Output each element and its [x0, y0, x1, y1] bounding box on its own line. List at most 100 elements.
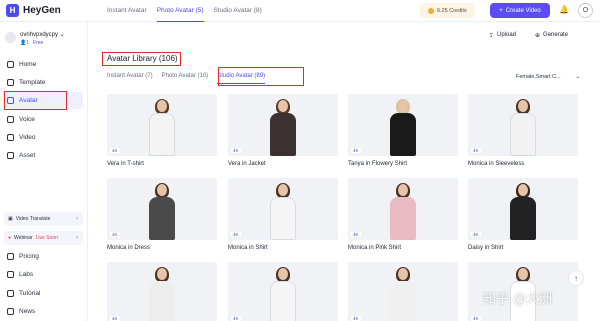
avatar-thumbnail[interactable]: 4K — [228, 262, 338, 321]
filter-dropdown[interactable]: Female,Smart C... ⌄ — [516, 70, 580, 83]
logo[interactable]: H HeyGen — [6, 4, 61, 17]
avatar-outfit — [510, 113, 536, 156]
avatar-card[interactable]: 4K Vera in T-shirt — [107, 94, 217, 167]
sidebar: ovnhvpxdycpy ⌄ 👤1 Free Home Template Ava… — [0, 22, 88, 321]
avatar-card[interactable]: 4K Daisy in Shirt — [468, 178, 578, 251]
avatar-thumbnail[interactable]: 4K — [348, 178, 458, 240]
top-bar: H HeyGen Instant Avatar Photo Avatar (5)… — [0, 0, 600, 22]
quality-badge: 4K — [231, 232, 241, 237]
avatar-thumbnail[interactable]: 4K — [228, 178, 338, 240]
quality-badge: 4K — [110, 232, 120, 237]
avatar-outfit — [149, 197, 175, 240]
avatar-thumbnail[interactable]: 4K — [348, 262, 458, 321]
avatar-figure — [508, 99, 538, 156]
sidebar-item-label: Tutorial — [19, 290, 41, 297]
members-count: 👤1 — [20, 40, 30, 46]
avatar-card[interactable]: 4K — [228, 262, 338, 321]
plus-icon: + — [499, 7, 503, 14]
video-icon — [7, 134, 14, 141]
avatar-head — [157, 100, 167, 112]
app-name: HeyGen — [23, 5, 61, 16]
sidebar-item-pricing[interactable]: Pricing — [3, 248, 83, 265]
sidebar-item-labs[interactable]: Labs — [3, 266, 83, 283]
avatar-head — [518, 184, 528, 196]
quality-badge: 4K — [351, 232, 361, 237]
avatar-card[interactable]: 4K Monica in Dress — [107, 178, 217, 251]
template-icon — [7, 79, 14, 86]
promo-webinar[interactable]: ● Webinar Live Soon › — [4, 231, 83, 245]
avatar-thumbnail[interactable]: 4K — [468, 178, 578, 240]
promo-video-translate[interactable]: ▣ Video Translate › — [4, 212, 83, 226]
chevron-down-icon: ⌄ — [575, 73, 580, 80]
create-video-button[interactable]: + Create Video — [490, 3, 550, 18]
asset-icon — [7, 152, 14, 159]
avatar-card[interactable]: 4K — [348, 262, 458, 321]
sidebar-item-home[interactable]: Home — [3, 56, 83, 73]
coin-icon — [428, 7, 434, 14]
sidebar-item-label: Template — [19, 79, 46, 86]
avatar-outfit — [149, 113, 175, 156]
workspace-meta: 👤1 Free — [20, 40, 43, 46]
arrow-up-icon: ↑ — [574, 273, 578, 283]
live-dot-icon: ● — [8, 235, 12, 241]
create-video-label: Create Video — [505, 7, 541, 14]
avatar-outfit — [270, 113, 296, 156]
avatar-card[interactable]: 4K Vera in Jacket — [228, 94, 338, 167]
promo-label: Webinar — [14, 235, 33, 241]
avatar-thumbnail[interactable]: 4K — [107, 178, 217, 240]
avatar-head — [278, 184, 288, 196]
avatar-card[interactable]: 4K — [107, 262, 217, 321]
avatar-thumbnail[interactable]: 4K — [468, 94, 578, 156]
avatar-figure — [147, 183, 177, 240]
avatar-figure — [268, 183, 298, 240]
generate-button[interactable]: ⊕ Generate — [535, 28, 580, 42]
labs-icon — [7, 271, 14, 278]
tab-instant-avatar[interactable]: Instant Avatar — [107, 0, 147, 22]
avatar-figure — [388, 183, 418, 240]
avatar-figure — [147, 99, 177, 156]
sidebar-item-label: Voice — [19, 116, 35, 123]
upload-icon: ⇪ — [489, 32, 495, 39]
avatar-thumbnail[interactable]: 4K — [228, 94, 338, 156]
avatar-figure — [147, 267, 177, 321]
workspace-icon — [5, 32, 16, 43]
avatar-head — [398, 184, 408, 196]
avatar-card[interactable]: 4K Monica in Sleeveless — [468, 94, 578, 167]
credits-badge[interactable]: 6.25 Credits — [420, 3, 475, 18]
sidebar-item-label: Labs — [19, 271, 34, 278]
sidebar-item-news[interactable]: News — [3, 303, 83, 320]
avatar-head — [398, 100, 408, 112]
sidebar-item-template[interactable]: Template — [3, 74, 83, 91]
avatar-thumbnail[interactable]: 4K — [348, 94, 458, 156]
sidebar-item-label: Pricing — [19, 253, 39, 260]
quality-badge: 4K — [351, 148, 361, 153]
tab-photo-avatar[interactable]: Photo Avatar (10) — [162, 68, 209, 84]
avatar-card[interactable]: 4K Monica in Shirt — [228, 178, 338, 251]
avatar-card[interactable]: 4K Tanya in Flowery Shirt — [348, 94, 458, 167]
filter-value: Female,Smart C... — [516, 73, 561, 80]
sidebar-item-tutorial[interactable]: Tutorial — [3, 285, 83, 302]
tab-photo-avatar[interactable]: Photo Avatar (5) — [156, 0, 204, 22]
quality-badge: 4K — [351, 316, 361, 321]
bell-icon[interactable]: 🔔 — [559, 5, 569, 15]
news-icon — [7, 308, 14, 315]
upload-label: Upload — [497, 32, 517, 38]
avatar-head — [278, 268, 288, 280]
avatar-name: Monica in Sleeveless — [468, 161, 525, 167]
avatar-card[interactable]: 4K Monica in Pink Shirt — [348, 178, 458, 251]
avatar-head — [518, 268, 528, 280]
sidebar-item-video[interactable]: Video — [3, 129, 83, 146]
avatar-thumbnail[interactable]: 4K — [107, 262, 217, 321]
top-tabs: Instant Avatar Photo Avatar (5) Studio A… — [107, 0, 262, 22]
tab-instant-avatar[interactable]: Instant Avatar (7) — [107, 68, 153, 84]
upload-button[interactable]: ⇪ Upload — [489, 28, 530, 42]
sidebar-item-voice[interactable]: Voice — [3, 111, 83, 128]
avatar-thumbnail[interactable]: 4K — [107, 94, 217, 156]
user-avatar[interactable]: O — [578, 3, 593, 18]
tab-studio-avatar[interactable]: Studio Avatar (8) — [214, 0, 262, 22]
avatar-head — [157, 268, 167, 280]
quality-badge: 4K — [471, 148, 481, 153]
highlight-box-avatar — [4, 91, 67, 110]
sidebar-item-asset[interactable]: Asset — [3, 147, 83, 164]
scroll-top-button[interactable]: ↑ — [568, 270, 584, 286]
